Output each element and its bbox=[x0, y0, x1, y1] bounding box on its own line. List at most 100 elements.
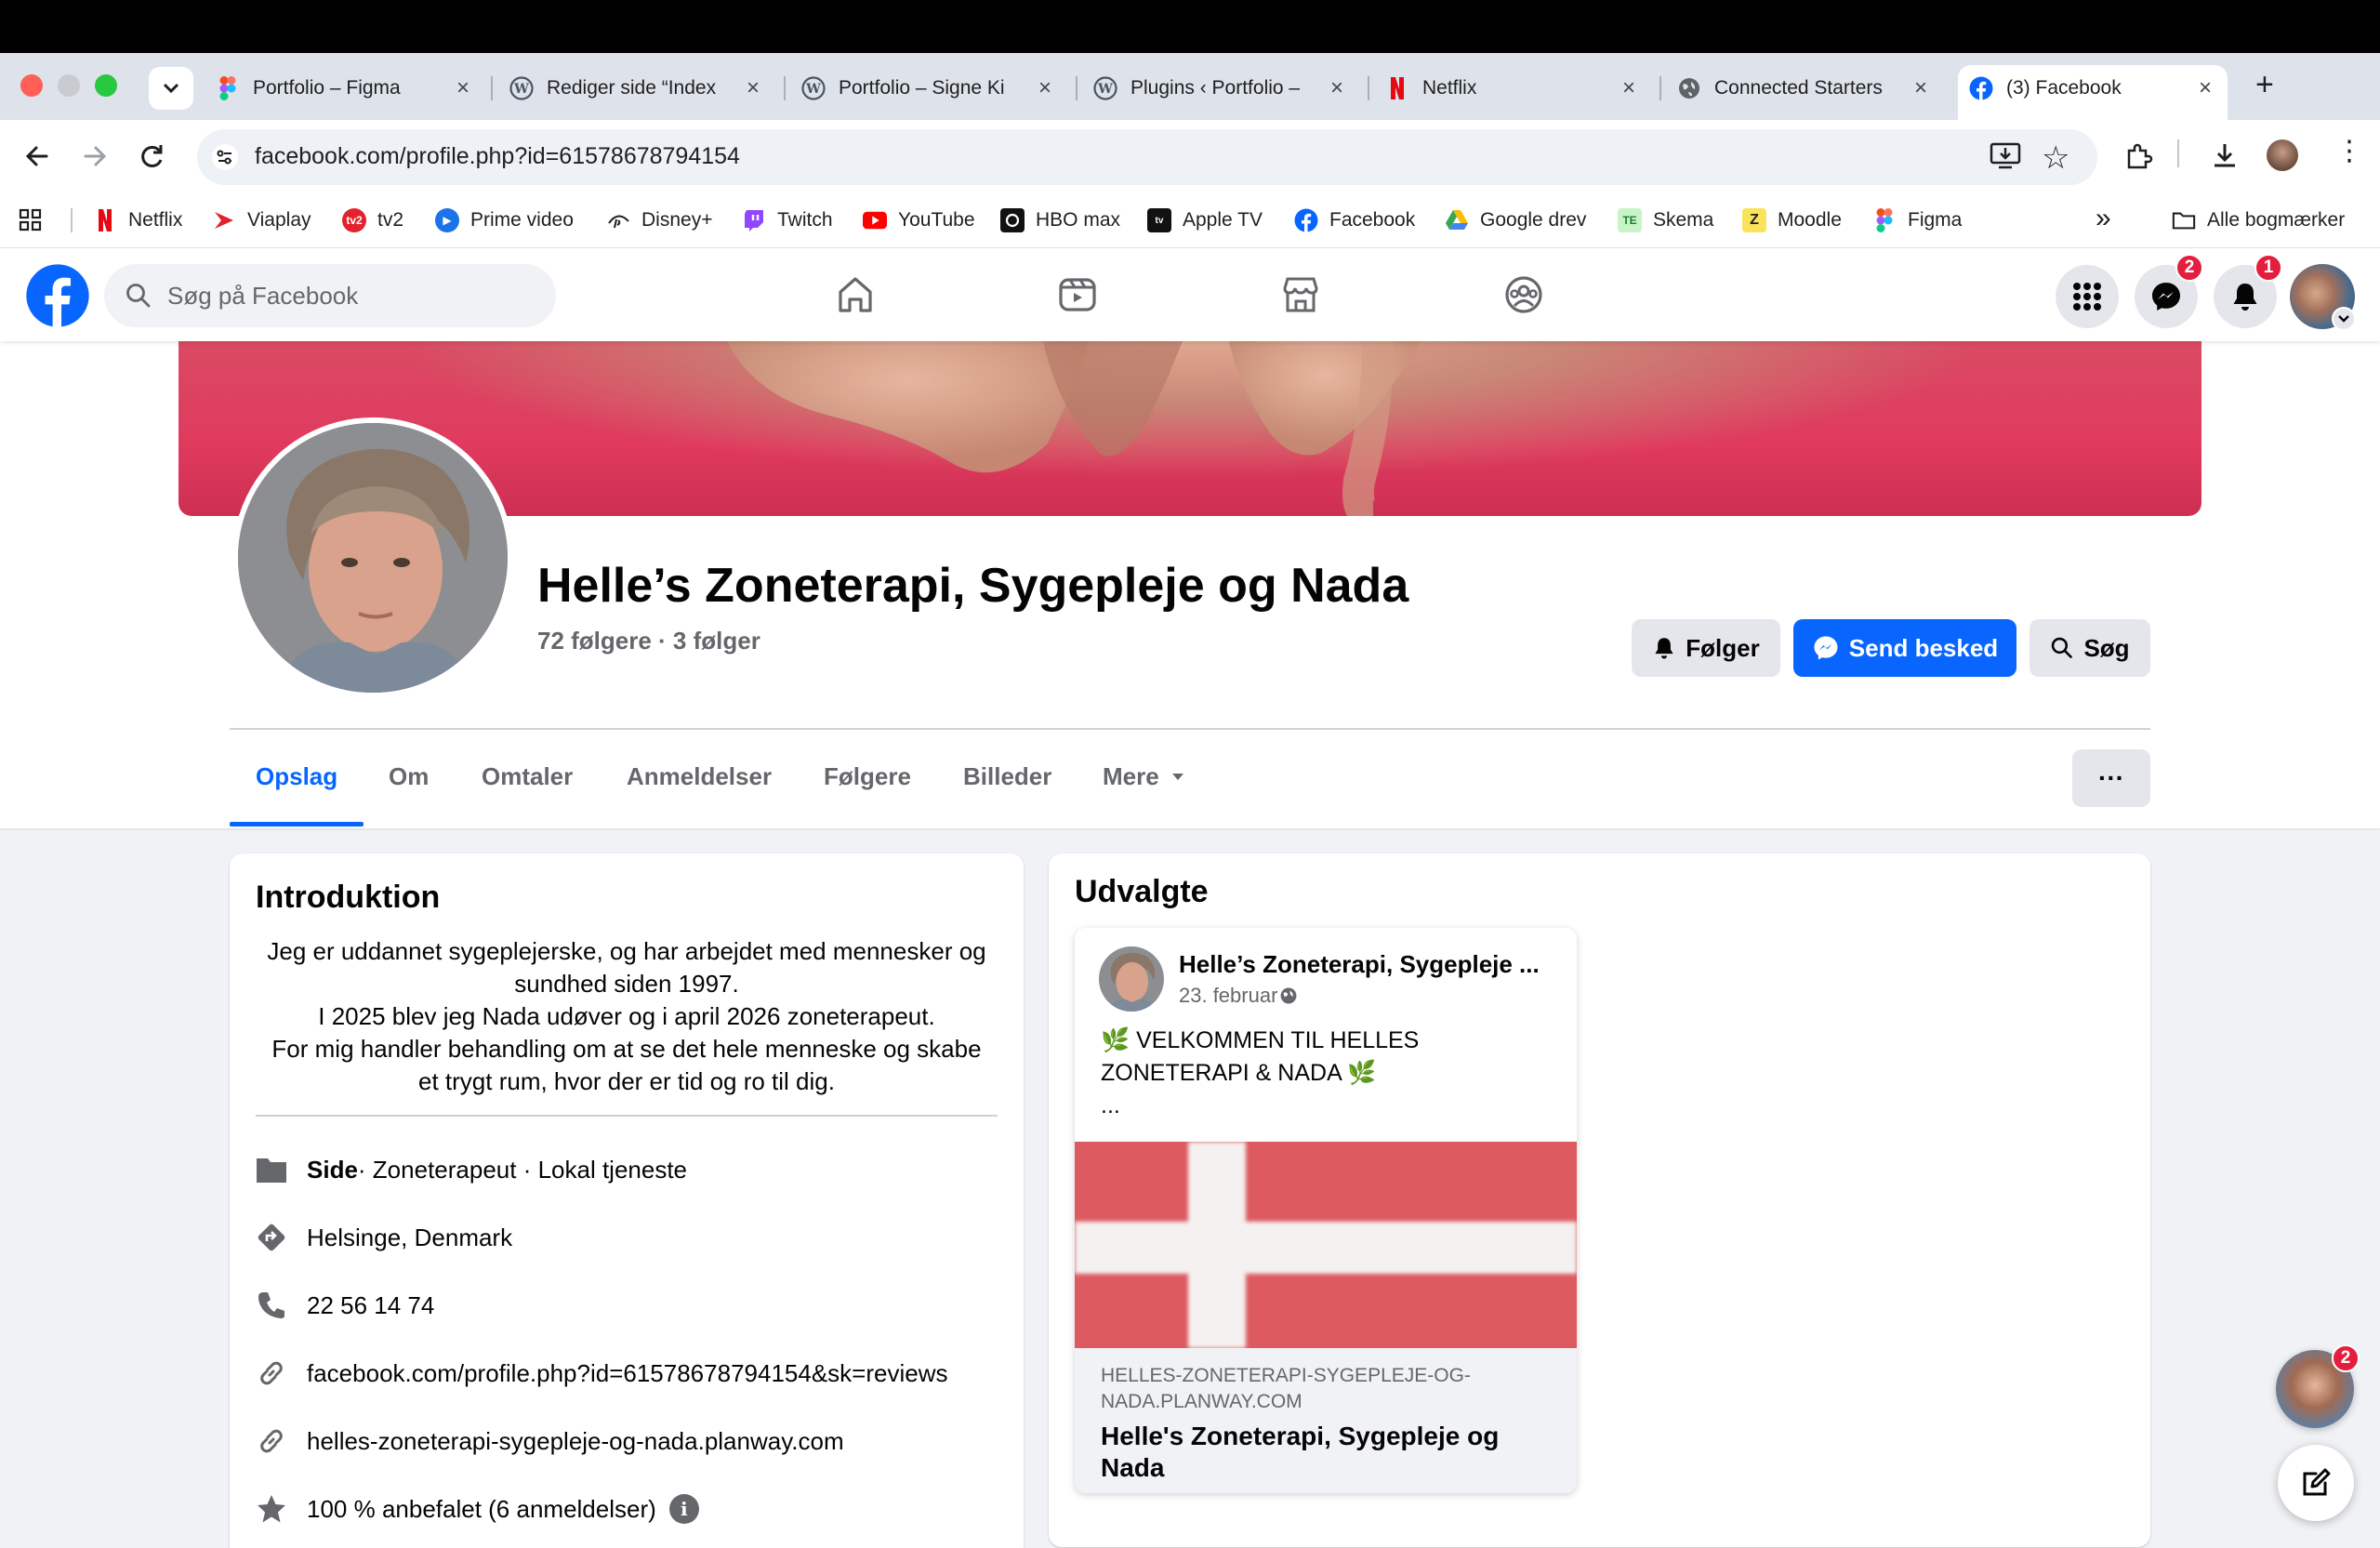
new-message-button[interactable] bbox=[2278, 1445, 2354, 1521]
featured-post[interactable]: Helle’s Zoneterapi, Sygepleje ... 23. fe… bbox=[1075, 928, 1577, 1493]
close-tab-icon[interactable]: × bbox=[1324, 75, 1350, 101]
tab-figma[interactable]: Portfolio – Figma × bbox=[216, 65, 476, 112]
back-button[interactable] bbox=[20, 139, 54, 178]
bookmark-twitch[interactable]: Twitch bbox=[742, 205, 833, 236]
post-author-name[interactable]: Helle’s Zoneterapi, Sygepleje ... bbox=[1179, 950, 1540, 979]
bookmark-hbo[interactable]: HBO max bbox=[1000, 205, 1120, 236]
apps-grid-icon[interactable] bbox=[19, 208, 43, 237]
minimize-window-button[interactable] bbox=[58, 74, 80, 97]
home-nav-button[interactable] bbox=[832, 271, 879, 318]
tab-netflix[interactable]: Netflix × bbox=[1385, 65, 1642, 112]
bookmark-viaplay[interactable]: Viaplay bbox=[212, 205, 311, 236]
tab-more[interactable]: Mere bbox=[1103, 762, 1185, 791]
profile-picture[interactable] bbox=[232, 417, 513, 698]
new-tab-button[interactable]: + bbox=[2255, 67, 2274, 103]
caret-down-icon bbox=[1171, 773, 1183, 780]
tab-wordpress-portfolio[interactable]: W Portfolio – Signe Ki × bbox=[801, 65, 1058, 112]
tab-search-button[interactable] bbox=[149, 67, 193, 110]
close-tab-icon[interactable]: × bbox=[2192, 75, 2218, 101]
facebook-logo[interactable] bbox=[25, 263, 90, 333]
close-tab-icon[interactable]: × bbox=[450, 75, 476, 101]
tab-title: Portfolio – Signe Ki bbox=[839, 77, 1005, 99]
bookmark-skema[interactable]: TE Skema bbox=[1618, 205, 1713, 236]
url-text[interactable]: facebook.com/profile.php?id=615786787941… bbox=[255, 143, 740, 170]
close-window-button[interactable] bbox=[20, 74, 43, 97]
maximize-window-button[interactable] bbox=[95, 74, 117, 97]
browser-profile-avatar[interactable] bbox=[2267, 139, 2298, 171]
reload-button[interactable] bbox=[136, 139, 169, 178]
bookmark-star-icon[interactable]: ☆ bbox=[2042, 139, 2069, 177]
active-tab-indicator bbox=[230, 822, 364, 827]
groups-nav-button[interactable] bbox=[1501, 271, 1547, 318]
tab-mentions[interactable]: Omtaler bbox=[482, 762, 573, 791]
rating-row: 100 % anbefalet (6 anmeldelser) i bbox=[253, 1488, 699, 1529]
link-title-line: Nada bbox=[1101, 1453, 1165, 1482]
page-search-button[interactable]: Søg bbox=[2030, 619, 2150, 677]
close-tab-icon[interactable]: × bbox=[1032, 75, 1058, 101]
chat-head-badge: 2 bbox=[2332, 1344, 2360, 1372]
install-app-icon[interactable] bbox=[1990, 141, 2021, 176]
tab-photos[interactable]: Billeder bbox=[963, 762, 1051, 791]
link-title-line: Helle's Zoneterapi, Sygepleje og bbox=[1101, 1422, 1500, 1450]
page-flag-icon bbox=[253, 1151, 290, 1188]
bookmark-apple-tv[interactable]: tv Apple TV bbox=[1147, 205, 1263, 236]
downloads-icon[interactable] bbox=[2209, 139, 2241, 176]
info-icon[interactable]: i bbox=[668, 1494, 699, 1524]
close-tab-icon[interactable]: × bbox=[1908, 75, 1934, 101]
tab-reviews[interactable]: Anmeldelser bbox=[627, 762, 772, 791]
bio-line: I 2025 blev jeg Nada udøver og i april 2… bbox=[318, 1002, 935, 1030]
tab-connected-starters[interactable]: Connected Starters × bbox=[1677, 65, 1934, 112]
account-menu-chevron[interactable] bbox=[2332, 307, 2356, 331]
close-tab-icon[interactable]: × bbox=[740, 75, 766, 101]
notifications-badge: 1 bbox=[2254, 254, 2282, 282]
bookmark-tv2[interactable]: tv2 tv2 bbox=[342, 205, 403, 236]
extensions-icon[interactable] bbox=[2123, 141, 2153, 176]
close-tab-icon[interactable]: × bbox=[1616, 75, 1642, 101]
forward-button[interactable] bbox=[78, 139, 112, 178]
bookmark-moodle[interactable]: Z Moodle bbox=[1742, 205, 1842, 236]
browser-menu-icon[interactable]: ⋮ bbox=[2335, 138, 2363, 165]
bookmark-label: Facebook bbox=[1329, 209, 1416, 231]
bookmark-prime-video[interactable]: ▶ Prime video bbox=[435, 205, 574, 236]
site-info-icon[interactable] bbox=[210, 142, 240, 177]
tab-wordpress-edit[interactable]: W Rediger side “Index × bbox=[509, 65, 766, 112]
bookmark-disney[interactable]: Disney+ bbox=[606, 205, 712, 236]
profile-divider bbox=[230, 728, 2150, 730]
page-category-row: Side · Zoneterapeut · Lokal tjeneste bbox=[253, 1149, 687, 1190]
globe-icon bbox=[1280, 987, 1297, 1004]
tab-about[interactable]: Om bbox=[389, 762, 429, 791]
menu-grid-button[interactable] bbox=[2056, 265, 2119, 328]
marketplace-nav-button[interactable] bbox=[1277, 271, 1324, 318]
prime-video-icon: ▶ bbox=[435, 208, 459, 232]
tab-followers[interactable]: Følgere bbox=[824, 762, 911, 791]
bookmark-label: HBO max bbox=[1036, 209, 1121, 231]
bookmarks-overflow-button[interactable]: » bbox=[2096, 203, 2111, 234]
tab-facebook[interactable]: (3) Facebook × bbox=[1969, 65, 2218, 112]
location-row: Helsinge, Denmark bbox=[253, 1217, 512, 1258]
post-date[interactable]: 23. februar bbox=[1179, 984, 1277, 1008]
bookmark-figma[interactable]: Figma bbox=[1872, 205, 1962, 236]
arrow-left-icon bbox=[25, 146, 48, 166]
bookmark-netflix[interactable]: Netflix bbox=[93, 205, 182, 236]
post-author-avatar[interactable] bbox=[1099, 946, 1164, 1012]
follower-stats[interactable]: 72 følgere · 3 følger bbox=[537, 627, 760, 655]
reviews-link[interactable]: facebook.com/profile.php?id=615786787941… bbox=[307, 1359, 947, 1388]
bookmark-label: Twitch bbox=[777, 209, 833, 231]
bookmark-label: Moodle bbox=[1778, 209, 1842, 231]
bookmark-google-drive[interactable]: Google drev bbox=[1445, 205, 1586, 236]
facebook-search-box[interactable]: Søg på Facebook bbox=[104, 264, 556, 327]
svg-text:W: W bbox=[1097, 82, 1113, 97]
bookmark-youtube[interactable]: YouTube bbox=[863, 205, 975, 236]
tab-wordpress-plugins[interactable]: W Plugins ‹ Portfolio – × bbox=[1093, 65, 1350, 112]
bookmark-facebook[interactable]: Facebook bbox=[1294, 205, 1415, 236]
following-button[interactable]: Følger bbox=[1632, 619, 1780, 677]
phone-number[interactable]: 22 56 14 74 bbox=[307, 1291, 434, 1320]
more-options-button[interactable]: ··· bbox=[2072, 749, 2150, 807]
send-message-button[interactable]: Send besked bbox=[1793, 619, 2016, 677]
tab-posts[interactable]: Opslag bbox=[256, 762, 337, 791]
danish-flag-image[interactable] bbox=[1075, 1142, 1577, 1348]
all-bookmarks-button[interactable]: Alle bogmærker bbox=[2172, 205, 2345, 236]
link-preview[interactable]: HELLES-ZONETERAPI-SYGEPLEJE-OG- NADA.PLA… bbox=[1075, 1348, 1577, 1493]
reels-nav-button[interactable] bbox=[1054, 271, 1101, 318]
website-link[interactable]: helles-zoneterapi-sygepleje-og-nada.plan… bbox=[307, 1427, 844, 1456]
